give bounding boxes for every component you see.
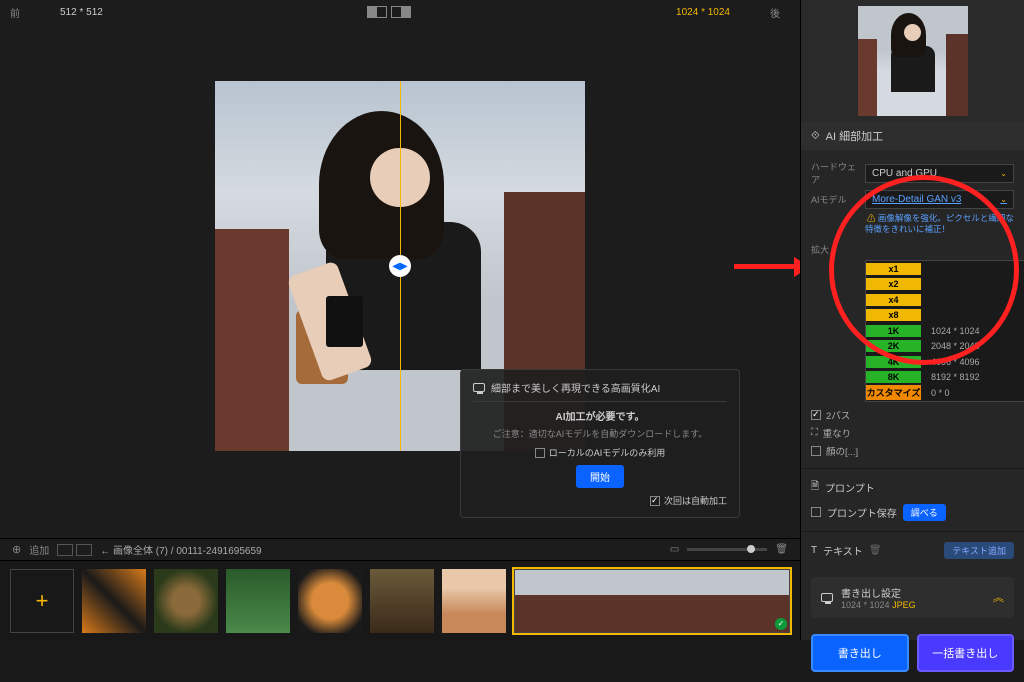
sort-button[interactable]: 調べる: [903, 504, 946, 521]
dim-after: 1024 * 1024: [676, 7, 730, 18]
local-only-checkbox[interactable]: [535, 448, 545, 458]
face-checkbox[interactable]: [811, 446, 821, 456]
scale-dropdown[interactable]: x1x2x4x81K1024 * 10242K2048 * 20484K4096…: [865, 260, 1024, 402]
chevron-down-icon: ⌄: [1000, 169, 1007, 178]
export-title: 書き出し設定: [841, 585, 916, 600]
compare-slider-handle[interactable]: ◀▶: [389, 255, 411, 277]
scale-option-x8[interactable]: x8: [866, 308, 1024, 324]
hardware-label: ハードウェア: [811, 160, 859, 186]
scale-option-x4[interactable]: x4: [866, 292, 1024, 308]
annotation-arrow: [734, 249, 810, 281]
overlay-need-text: AI加工が必要です。: [473, 408, 727, 423]
document-icon: 🗎: [811, 479, 819, 496]
scale-option-8K[interactable]: 8K8192 * 8192: [866, 370, 1024, 386]
thumb-7-selected[interactable]: [514, 569, 790, 633]
sidebar-thumbnail: [858, 6, 968, 116]
two-pass-label: 2パス: [826, 408, 850, 422]
sparkle-icon: ⟐: [811, 130, 820, 143]
add-icon[interactable]: ⊕: [12, 543, 21, 556]
export-button[interactable]: 書き出し: [811, 634, 909, 672]
text-title: テキスト: [823, 543, 863, 558]
thumb-2[interactable]: [154, 569, 218, 633]
processing-overlay: 細部まで美しく再現できる高画質化AI AI加工が必要です。 ご注意：適切なAIモ…: [460, 369, 740, 518]
warning-icon: ⚠: [867, 213, 876, 223]
expand-icon[interactable]: ︽: [993, 589, 1004, 605]
export-format: JPEG: [892, 600, 916, 610]
scale-option-x1[interactable]: x1: [866, 261, 1024, 277]
trash-icon[interactable]: 🗑: [869, 545, 882, 556]
local-only-label: ローカルのAIモデルのみ利用: [549, 446, 666, 459]
batch-export-button[interactable]: 一括書き出し: [917, 634, 1015, 672]
add-image-tile[interactable]: +: [10, 569, 74, 633]
export-dims: 1024 * 1024: [841, 600, 890, 610]
thumb-4[interactable]: [298, 569, 362, 633]
chevron-down-icon: ⌄: [1000, 195, 1007, 204]
crop-icon: ⛶: [811, 427, 818, 438]
add-label: 追加: [29, 542, 49, 557]
prompt-save-checkbox[interactable]: [811, 507, 821, 517]
model-description: 画像解像を強化。ピクセルと繊細な特徴をきれいに補正！: [865, 213, 1014, 234]
overlay-note: ご注意：適切なAIモデルを自動ダウンロードします。: [473, 427, 727, 440]
thumb-zoom-slider[interactable]: [687, 548, 767, 551]
thumb-5[interactable]: [370, 569, 434, 633]
text-add-button[interactable]: テキスト追加: [944, 542, 1014, 559]
prompt-save-label: プロンプト保存: [827, 505, 897, 520]
model-select[interactable]: More-Detail GAN v3⌄: [865, 190, 1014, 209]
two-pass-checkbox[interactable]: [811, 410, 821, 420]
compare-mode-b[interactable]: [391, 6, 411, 18]
thumb-3[interactable]: [226, 569, 290, 633]
thumb-1[interactable]: [82, 569, 146, 633]
view-grid[interactable]: [57, 544, 73, 556]
prompt-title: プロンプト: [825, 480, 875, 495]
scale-option-2K[interactable]: 2K2048 * 2048: [866, 339, 1024, 355]
trash-icon[interactable]: 🗑: [775, 544, 788, 555]
scale-option-x2[interactable]: x2: [866, 277, 1024, 293]
scale-option-カスタマイズ[interactable]: カスタマイズ0 * 0: [866, 385, 1024, 401]
scale-option-1K[interactable]: 1K1024 * 1024: [866, 323, 1024, 339]
after-label: 後: [770, 5, 780, 20]
auto-next-label: 次回は自動加工: [664, 494, 727, 507]
scale-option-4K[interactable]: 4K4096 * 4096: [866, 354, 1024, 370]
section-title: AI 細部加工: [826, 128, 883, 144]
filmstrip: +: [0, 560, 800, 640]
face-label: 顔の[...]: [826, 444, 858, 458]
auto-next-checkbox[interactable]: [650, 496, 660, 506]
model-label: AIモデル: [811, 193, 859, 206]
export-icon: [821, 593, 833, 602]
hardware-select[interactable]: CPU and GPU⌄: [865, 164, 1014, 183]
breadcrumb[interactable]: ← 画像全体 (7) / 00111-2491695659: [100, 542, 261, 557]
overlay-header: 細部まで美しく再現できる高画質化AI: [491, 380, 660, 395]
text-icon: T: [811, 545, 817, 556]
before-label: 前: [10, 5, 20, 20]
zoom-out-icon[interactable]: ▭: [670, 544, 679, 555]
compare-mode-a[interactable]: [367, 6, 387, 18]
view-list[interactable]: [76, 544, 92, 556]
dim-before: 512 * 512: [60, 7, 103, 18]
export-settings[interactable]: 書き出し設定 1024 * 1024 JPEG ︽: [811, 577, 1014, 618]
thumb-6[interactable]: [442, 569, 506, 633]
scale-label: 拡大: [811, 241, 859, 256]
start-button[interactable]: 開始: [576, 465, 624, 488]
monitor-icon: [473, 383, 485, 392]
overlay-slider-label: 重なり: [823, 426, 852, 440]
